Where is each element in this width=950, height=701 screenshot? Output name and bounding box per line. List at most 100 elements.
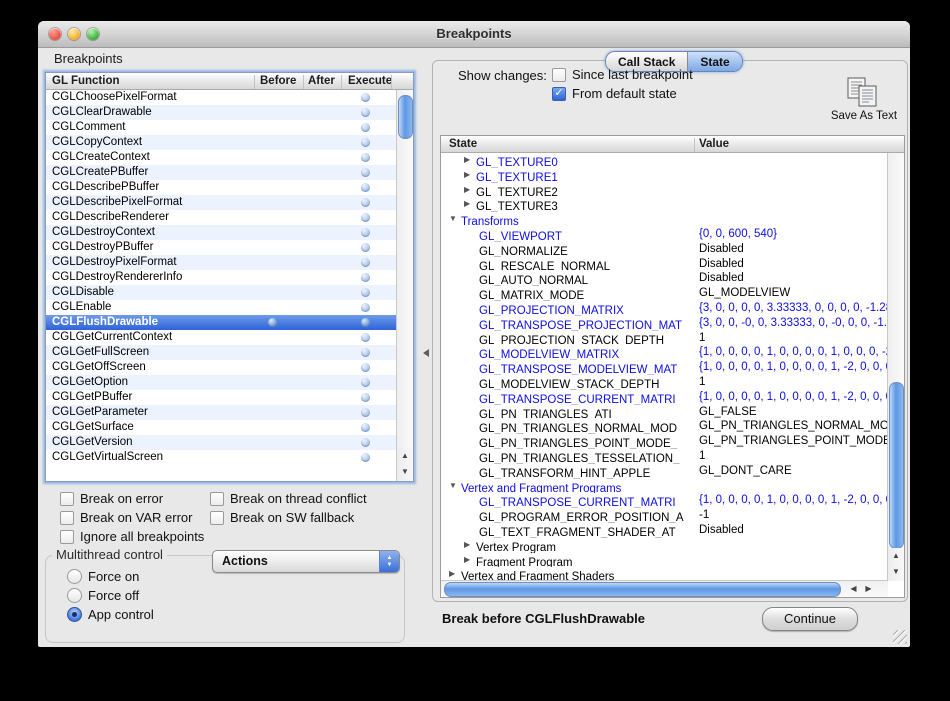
column-header-value[interactable]: Value: [699, 138, 729, 150]
disclosure-triangle-icon[interactable]: ▶: [464, 155, 476, 164]
save-as-text-button[interactable]: [845, 77, 883, 109]
state-row[interactable]: ▶Fragment Program: [441, 553, 888, 568]
scroll-up-arrow-icon[interactable]: ▲: [888, 548, 904, 564]
state-row[interactable]: ▶Vertex Program: [441, 538, 888, 553]
state-row[interactable]: ▼Transforms: [441, 212, 888, 227]
column-header-execute[interactable]: Execute: [348, 75, 392, 87]
function-row[interactable]: CGLGetPBuffer: [46, 390, 396, 405]
disclosure-triangle-icon[interactable]: ▼: [449, 214, 461, 223]
state-row[interactable]: GL_MATRIX_MODEGL_MODELVIEW: [441, 286, 888, 301]
title-bar[interactable]: Breakpoints: [38, 21, 910, 48]
state-row[interactable]: GL_MODELVIEW_MATRIX{1, 0, 0, 0, 0, 1, 0,…: [441, 345, 888, 360]
function-row[interactable]: CGLClearDrawable: [46, 105, 396, 120]
scrollbar-thumb[interactable]: [444, 582, 841, 597]
function-row[interactable]: CGLDescribePBuffer: [46, 180, 396, 195]
actions-popup-button[interactable]: Actions ▲▼: [212, 550, 400, 573]
function-list-scrollbar[interactable]: ▲ ▼: [396, 90, 413, 481]
execute-breakpoint-orb[interactable]: [361, 213, 370, 222]
state-row[interactable]: GL_PN_TRIANGLES_ATIGL_FALSE: [441, 405, 888, 420]
state-row[interactable]: GL_PROJECTION_STACK_DEPTH1: [441, 331, 888, 346]
state-row[interactable]: GL_TEXT_FRAGMENT_SHADER_ATDisabled: [441, 523, 888, 538]
break-on-error-checkbox[interactable]: Break on error: [60, 491, 163, 506]
resize-grip-icon[interactable]: [893, 630, 907, 644]
ignore-all-breakpoints-checkbox[interactable]: Ignore all breakpoints: [60, 529, 204, 544]
execute-breakpoint-orb[interactable]: [361, 123, 370, 132]
execute-breakpoint-orb[interactable]: [361, 318, 370, 327]
scroll-up-arrow-icon[interactable]: ▲: [397, 448, 413, 464]
scrollbar-thumb[interactable]: [889, 382, 904, 549]
function-row[interactable]: CGLCopyContext: [46, 135, 396, 150]
function-list-header[interactable]: GL Function Before After Execute: [46, 73, 413, 90]
state-row[interactable]: GL_TRANSPOSE_CURRENT_MATRI{1, 0, 0, 0, 0…: [441, 493, 888, 508]
execute-breakpoint-orb[interactable]: [361, 303, 370, 312]
execute-breakpoint-orb[interactable]: [361, 93, 370, 102]
disclosure-triangle-icon[interactable]: ▶: [464, 199, 476, 208]
since-last-breakpoint-checkbox[interactable]: Since last breakpoint: [552, 67, 693, 82]
function-row[interactable]: CGLFlushDrawable: [46, 315, 396, 330]
continue-button[interactable]: Continue: [762, 607, 858, 631]
scroll-down-arrow-icon[interactable]: ▼: [888, 564, 904, 580]
force-off-radio[interactable]: Force off: [67, 588, 139, 603]
before-breakpoint-orb[interactable]: [268, 318, 277, 327]
state-row[interactable]: GL_MODELVIEW_STACK_DEPTH1: [441, 375, 888, 390]
state-row[interactable]: GL_RESCALE_NORMALDisabled: [441, 257, 888, 272]
column-header-gl-function[interactable]: GL Function: [52, 75, 120, 87]
function-row[interactable]: CGLGetVersion: [46, 435, 396, 450]
disclosure-triangle-icon[interactable]: ▶: [464, 185, 476, 194]
state-table-hscrollbar[interactable]: ◀ ▶: [441, 580, 888, 597]
execute-breakpoint-orb[interactable]: [361, 378, 370, 387]
force-on-radio[interactable]: Force on: [67, 569, 139, 584]
function-row[interactable]: CGLGetCurrentContext: [46, 330, 396, 345]
state-row[interactable]: GL_AUTO_NORMALDisabled: [441, 271, 888, 286]
function-row[interactable]: CGLGetFullScreen: [46, 345, 396, 360]
checkbox-box[interactable]: [60, 492, 74, 506]
state-row[interactable]: GL_NORMALIZEDisabled: [441, 242, 888, 257]
state-row[interactable]: ▶GL_TEXTURE3: [441, 197, 888, 212]
state-table-header[interactable]: State Value: [441, 136, 904, 153]
state-row[interactable]: GL_TRANSPOSE_PROJECTION_MAT{3, 0, 0, -0,…: [441, 316, 888, 331]
radio-circle[interactable]: [67, 569, 82, 584]
state-row[interactable]: GL_PN_TRIANGLES_TESSELATION_1: [441, 449, 888, 464]
function-row[interactable]: CGLGetOffScreen: [46, 360, 396, 375]
state-row[interactable]: GL_TRANSFORM_HINT_APPLEGL_DONT_CARE: [441, 464, 888, 479]
execute-breakpoint-orb[interactable]: [361, 198, 370, 207]
state-row[interactable]: GL_PN_TRIANGLES_POINT_MODE_GL_PN_TRIANGL…: [441, 434, 888, 449]
checkbox-box[interactable]: [60, 511, 74, 525]
state-row[interactable]: ▶GL_TEXTURE2: [441, 183, 888, 198]
function-row[interactable]: CGLGetOption: [46, 375, 396, 390]
execute-breakpoint-orb[interactable]: [361, 258, 370, 267]
tab-state[interactable]: State: [688, 52, 741, 71]
execute-breakpoint-orb[interactable]: [361, 333, 370, 342]
disclosure-triangle-icon[interactable]: ▶: [464, 170, 476, 179]
execute-breakpoint-orb[interactable]: [361, 108, 370, 117]
execute-breakpoint-orb[interactable]: [361, 363, 370, 372]
from-default-state-checkbox[interactable]: From default state: [552, 86, 677, 101]
state-row[interactable]: ▶GL_TEXTURE1: [441, 168, 888, 183]
execute-breakpoint-orb[interactable]: [361, 438, 370, 447]
execute-breakpoint-orb[interactable]: [361, 393, 370, 402]
execute-breakpoint-orb[interactable]: [361, 423, 370, 432]
pane-splitter-handle-icon[interactable]: [423, 349, 429, 357]
function-row[interactable]: CGLDestroyContext: [46, 225, 396, 240]
radio-circle[interactable]: [67, 588, 82, 603]
function-row[interactable]: CGLDescribeRenderer: [46, 210, 396, 225]
function-row[interactable]: CGLCreateContext: [46, 150, 396, 165]
function-row[interactable]: CGLDestroyPixelFormat: [46, 255, 396, 270]
column-header-after[interactable]: After: [308, 75, 335, 87]
function-row[interactable]: CGLGetSurface: [46, 420, 396, 435]
function-row[interactable]: CGLDestroyRendererInfo: [46, 270, 396, 285]
state-row[interactable]: GL_PROJECTION_MATRIX{3, 0, 0, 0, 0, 3.33…: [441, 301, 888, 316]
checkbox-box[interactable]: [552, 68, 566, 82]
column-header-state[interactable]: State: [449, 138, 477, 150]
disclosure-triangle-icon[interactable]: ▶: [464, 540, 476, 549]
scroll-left-arrow-icon[interactable]: ◀: [846, 581, 861, 597]
function-row[interactable]: CGLEnable: [46, 300, 396, 315]
execute-breakpoint-orb[interactable]: [361, 348, 370, 357]
execute-breakpoint-orb[interactable]: [361, 273, 370, 282]
function-row[interactable]: CGLChoosePixelFormat: [46, 90, 396, 105]
execute-breakpoint-orb[interactable]: [361, 168, 370, 177]
function-row[interactable]: CGLDestroyPBuffer: [46, 240, 396, 255]
state-row[interactable]: GL_TRANSPOSE_MODELVIEW_MAT{1, 0, 0, 0, 0…: [441, 360, 888, 375]
column-header-before[interactable]: Before: [260, 75, 296, 87]
break-on-sw-fallback-checkbox[interactable]: Break on SW fallback: [210, 510, 354, 525]
